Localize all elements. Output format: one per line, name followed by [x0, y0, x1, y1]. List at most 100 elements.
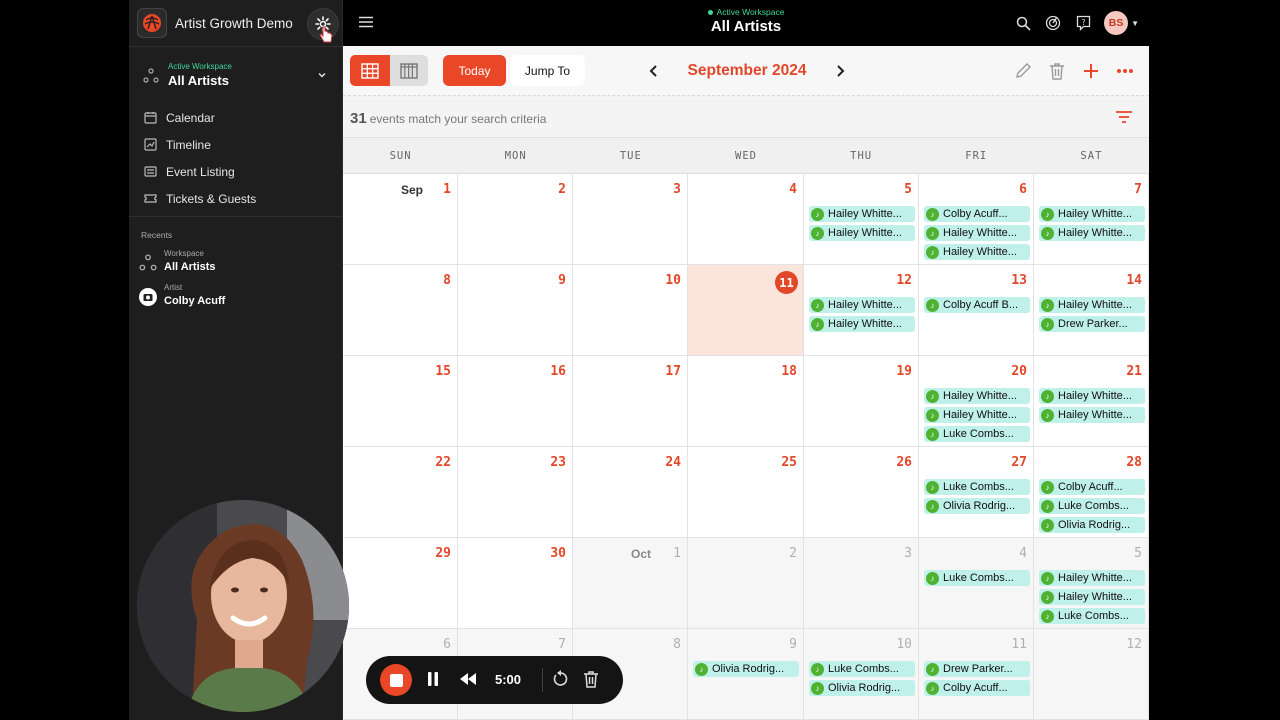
month-view-button[interactable] — [350, 55, 390, 86]
calendar-day-cell[interactable]: 15 — [343, 356, 458, 447]
event-chip[interactable]: ♪ Hailey Whitte... — [924, 244, 1030, 260]
event-chip[interactable]: ♪ Colby Acuff... — [924, 680, 1030, 696]
filter-icon[interactable] — [1115, 110, 1133, 124]
workspace-switcher[interactable]: Active Workspace All Artists — [141, 58, 333, 94]
pause-icon[interactable] — [426, 671, 440, 687]
activity-icon[interactable] — [1042, 12, 1064, 34]
event-chip[interactable]: ♪ Olivia Rodrig... — [924, 498, 1030, 514]
caret-down-icon[interactable]: ▼ — [1131, 19, 1139, 28]
month-title: September 2024 — [687, 62, 807, 79]
event-chip[interactable]: ♪ Olivia Rodrig... — [1039, 517, 1145, 533]
event-chip[interactable]: ♪ Olivia Rodrig... — [809, 680, 915, 696]
sidebar-item-tickets-guests[interactable]: Tickets & Guests — [141, 185, 331, 212]
calendar-day-cell[interactable]: 27 ♪ Luke Combs... ♪ Olivia Rodrig... — [919, 447, 1034, 538]
calendar-day-cell[interactable]: 29 — [343, 538, 458, 629]
calendar-day-cell[interactable]: 10 — [573, 265, 688, 356]
calendar-day-cell[interactable]: 2 — [458, 174, 573, 265]
event-chip[interactable]: ♪ Hailey Whitte... — [1039, 297, 1145, 313]
sidebar-item-timeline[interactable]: Timeline — [141, 131, 331, 158]
event-chip[interactable]: ♪ Drew Parker... — [924, 661, 1030, 677]
calendar-day-cell[interactable]: 11 ♪ Drew Parker... ♪ Colby Acuff... — [919, 629, 1034, 720]
event-chip[interactable]: ♪ Luke Combs... — [1039, 498, 1145, 514]
today-button[interactable]: Today — [443, 55, 506, 86]
user-avatar[interactable]: BS — [1104, 11, 1129, 35]
trash-icon[interactable] — [1045, 59, 1069, 83]
calendar-day-cell[interactable]: 26 — [804, 447, 919, 538]
calendar-day-cell[interactable]: 12 — [1034, 629, 1149, 720]
calendar-day-cell[interactable]: 7 ♪ Hailey Whitte... ♪ Hailey Whitte... — [1034, 174, 1149, 265]
plus-icon[interactable] — [1079, 59, 1103, 83]
calendar-day-cell[interactable]: Sep 1 — [343, 174, 458, 265]
calendar-day-cell[interactable]: 3 — [573, 174, 688, 265]
calendar-day-cell[interactable]: 9 — [458, 265, 573, 356]
event-chip[interactable]: ♪ Hailey Whitte... — [1039, 407, 1145, 423]
calendar-day-cell[interactable]: Oct 1 — [573, 538, 688, 629]
event-chip[interactable]: ♪ Luke Combs... — [924, 479, 1030, 495]
calendar-day-cell[interactable]: 6 ♪ Colby Acuff... ♪ Hailey Whitte... ♪ Hailey… — [919, 174, 1034, 265]
calendar-day-cell[interactable]: 13 ♪ Colby Acuff B... — [919, 265, 1034, 356]
event-chip[interactable]: ♪ Hailey Whitte... — [924, 225, 1030, 241]
calendar-day-cell[interactable]: 23 — [458, 447, 573, 538]
calendar-day-cell[interactable]: 5 ♪ Hailey Whitte... ♪ Hailey Whitte... ♪ Luke… — [1034, 538, 1149, 629]
calendar-day-cell[interactable]: 9 ♪ Olivia Rodrig... — [688, 629, 804, 720]
event-chip[interactable]: ♪ Hailey Whitte... — [924, 407, 1030, 423]
event-chip[interactable]: ♪ Luke Combs... — [809, 661, 915, 677]
restart-icon[interactable] — [552, 670, 570, 688]
event-chip[interactable]: ♪ Olivia Rodrig... — [693, 661, 799, 677]
event-chip[interactable]: ♪ Hailey Whitte... — [1039, 225, 1145, 241]
calendar-day-cell[interactable]: 10 ♪ Luke Combs... ♪ Olivia Rodrig... — [804, 629, 919, 720]
chevron-right-icon[interactable] — [833, 64, 847, 78]
event-chip[interactable]: ♪ Hailey Whitte... — [1039, 589, 1145, 605]
event-chip[interactable]: ♪ Hailey Whitte... — [924, 388, 1030, 404]
event-chip[interactable]: ♪ Hailey Whitte... — [1039, 570, 1145, 586]
jump-to-button[interactable]: Jump To — [510, 55, 585, 86]
event-chip[interactable]: ♪ Hailey Whitte... — [809, 297, 915, 313]
calendar-day-cell[interactable]: 5 ♪ Hailey Whitte... ♪ Hailey Whitte... — [804, 174, 919, 265]
calendar-day-cell[interactable]: 8 — [343, 265, 458, 356]
event-chip[interactable]: ♪ Luke Combs... — [924, 570, 1030, 586]
event-chip[interactable]: ♪ Hailey Whitte... — [809, 225, 915, 241]
event-chip[interactable]: ♪ Hailey Whitte... — [809, 316, 915, 332]
calendar-day-cell[interactable]: 25 — [688, 447, 804, 538]
search-icon[interactable] — [1012, 12, 1034, 34]
calendar-day-cell[interactable]: 14 ♪ Hailey Whitte... ♪ Drew Parker... — [1034, 265, 1149, 356]
calendar-day-cell[interactable]: 16 — [458, 356, 573, 447]
event-chip[interactable]: ♪ Colby Acuff... — [924, 206, 1030, 222]
calendar-day-cell[interactable]: 18 — [688, 356, 804, 447]
calendar-day-cell[interactable]: 17 — [573, 356, 688, 447]
event-chip[interactable]: ♪ Luke Combs... — [924, 426, 1030, 442]
calendar-day-cell[interactable]: 12 ♪ Hailey Whitte... ♪ Hailey Whitte... — [804, 265, 919, 356]
recent-item-artist[interactable]: Artist Colby Acuff — [139, 282, 329, 312]
sidebar-item-calendar[interactable]: Calendar — [141, 104, 331, 131]
event-chip[interactable]: ♪ Hailey Whitte... — [809, 206, 915, 222]
calendar-day-cell[interactable]: 24 — [573, 447, 688, 538]
event-chip[interactable]: ♪ Colby Acuff... — [1039, 479, 1145, 495]
help-icon[interactable]: ? — [1072, 12, 1094, 34]
calendar-day-cell[interactable]: 4 — [688, 174, 804, 265]
sidebar-item-event-listing[interactable]: Event Listing — [141, 158, 331, 185]
calendar-day-cell[interactable]: 3 — [804, 538, 919, 629]
event-chip[interactable]: ♪ Luke Combs... — [1039, 608, 1145, 624]
recent-item-workspace[interactable]: Workspace All Artists — [139, 248, 329, 278]
stop-recording-button[interactable] — [380, 664, 412, 696]
calendar-day-cell[interactable]: 28 ♪ Colby Acuff... ♪ Luke Combs... ♪ Olivia R… — [1034, 447, 1149, 538]
week-view-button[interactable] — [390, 55, 428, 86]
calendar-day-cell[interactable]: 20 ♪ Hailey Whitte... ♪ Hailey Whitte... ♪ Luk… — [919, 356, 1034, 447]
discard-trash-icon[interactable] — [583, 670, 599, 688]
webcam-overlay — [137, 500, 349, 712]
calendar-day-cell[interactable]: 30 — [458, 538, 573, 629]
chevron-left-icon[interactable] — [647, 64, 661, 78]
calendar-day-cell[interactable]: 4 ♪ Luke Combs... — [919, 538, 1034, 629]
more-icon[interactable] — [1113, 59, 1137, 83]
calendar-day-cell[interactable]: 19 — [804, 356, 919, 447]
event-chip[interactable]: ♪ Hailey Whitte... — [1039, 206, 1145, 222]
calendar-day-cell[interactable]: 2 — [688, 538, 804, 629]
calendar-day-cell[interactable]: 11 — [688, 265, 804, 356]
event-chip[interactable]: ♪ Drew Parker... — [1039, 316, 1145, 332]
event-chip[interactable]: ♪ Colby Acuff B... — [924, 297, 1030, 313]
calendar-day-cell[interactable]: 22 — [343, 447, 458, 538]
pencil-icon[interactable] — [1011, 59, 1035, 83]
rewind-icon[interactable] — [458, 671, 478, 687]
calendar-day-cell[interactable]: 21 ♪ Hailey Whitte... ♪ Hailey Whitte... — [1034, 356, 1149, 447]
event-chip[interactable]: ♪ Hailey Whitte... — [1039, 388, 1145, 404]
